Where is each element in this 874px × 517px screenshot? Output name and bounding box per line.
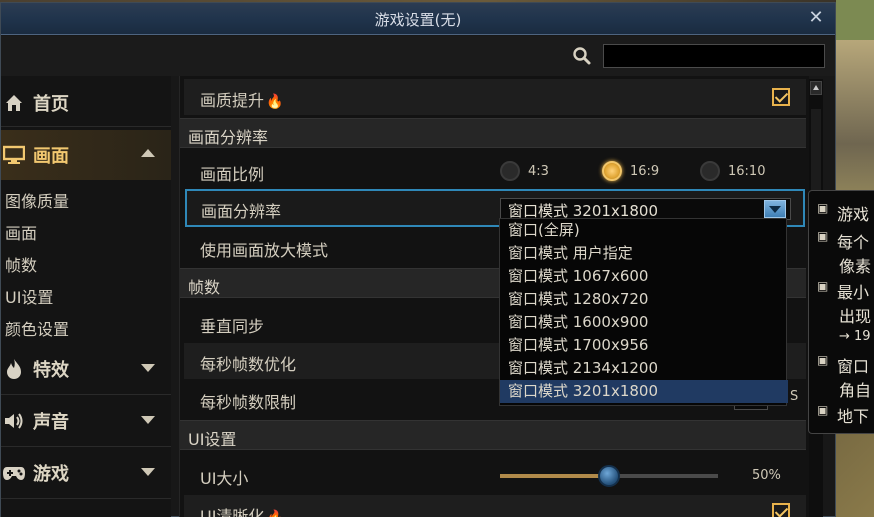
sidebar-item-effects[interactable]: 特效 [1, 344, 171, 394]
ui-size-value: 50% [752, 468, 781, 483]
tooltip-panel: ▣ 游戏 ▣ 每个 像素 ▣ 最小 出现 → 19 ▣ 窗口 角自 ▣ 地下 [808, 190, 874, 434]
setting-row-aspect-ratio: 画面比例 4:3 16:9 16:10 [184, 153, 806, 189]
window-title: 游戏设置(无) [374, 11, 462, 29]
dropdown-option[interactable]: 窗口模式 1700x956 [500, 334, 788, 357]
bullet-icon: ▣ [817, 279, 829, 293]
setting-label: 画面比例 [200, 165, 265, 184]
scroll-up-button[interactable] [810, 81, 822, 95]
radio-label: 4:3 [528, 163, 549, 179]
tooltip-line: 出现 [839, 307, 872, 326]
ui-size-slider-thumb[interactable] [598, 465, 620, 487]
chevron-down-icon [141, 468, 155, 476]
sidebar-subitem-fps[interactable]: 帧数 [5, 252, 37, 276]
tooltip-line: → 19 [839, 329, 871, 344]
tooltip-line: 像素 [839, 257, 872, 276]
gamepad-icon [1, 460, 27, 486]
setting-label: UI大小 [200, 469, 249, 488]
radio-4-3[interactable]: 4:3 [500, 161, 549, 181]
sidebar-item-label: 游戏 [33, 464, 69, 485]
radio-dot [602, 161, 622, 181]
flame-icon [1, 356, 27, 382]
dropdown-option[interactable]: 窗口模式 用户指定 [500, 242, 788, 265]
setting-row-ui-size: UI大小 50% [184, 457, 806, 493]
radio-label: 16:10 [728, 163, 766, 179]
flame-icon: 🔥 [266, 510, 283, 517]
tooltip-line: 游戏 [837, 205, 870, 224]
dropdown-option-selected[interactable]: 窗口模式 3201x1800 [500, 380, 788, 403]
ui-size-slider-track[interactable] [608, 474, 718, 478]
bullet-icon: ▣ [817, 229, 829, 243]
setting-label: 垂直同步 [200, 317, 265, 336]
ui-size-slider-fill [500, 474, 608, 478]
dropdown-option[interactable]: 窗口(全屏) [500, 219, 788, 242]
bullet-icon: ▣ [817, 353, 829, 367]
speaker-icon [1, 408, 27, 434]
divider [1, 446, 171, 447]
search-row [1, 36, 835, 76]
setting-row-quality-boost: 画质提升 🔥 [184, 79, 806, 115]
section-title: 画面分辨率 [188, 128, 269, 147]
chevron-up-icon [141, 149, 155, 157]
tooltip-line: 每个 [837, 233, 870, 252]
fps-limit-suffix: S [790, 389, 799, 404]
close-button[interactable]: ✕ [805, 7, 827, 29]
radio-16-9[interactable]: 16:9 [602, 161, 659, 181]
radio-16-10[interactable]: 16:10 [700, 161, 765, 181]
divider [1, 394, 171, 395]
sidebar-subitem-display[interactable]: 画面 [5, 220, 37, 244]
setting-label: 画质提升 [200, 91, 265, 110]
search-icon[interactable] [572, 46, 592, 66]
quality-boost-checkbox[interactable] [772, 88, 790, 106]
tooltip-line: 窗口 [837, 357, 870, 376]
resolution-dropdown-list: 窗口(全屏) 窗口模式 用户指定 窗口模式 1067x600 窗口模式 1280… [499, 218, 788, 406]
tooltip-line: 角自 [839, 381, 872, 400]
tooltip-line: 最小 [837, 283, 870, 302]
sidebar-item-label: 声音 [33, 412, 69, 433]
dropdown-option[interactable]: 窗口模式 1280x720 [500, 288, 788, 311]
radio-dot [700, 161, 720, 181]
setting-label: 每秒帧数限制 [200, 393, 297, 412]
chevron-down-icon [141, 364, 155, 372]
section-header-ui: UI设置 [180, 420, 806, 450]
resolution-dropdown[interactable]: 窗口模式 3201x1800 [500, 198, 791, 220]
sidebar-item-sound[interactable]: 声音 [1, 396, 171, 446]
home-icon [1, 90, 27, 116]
tooltip-line: 地下 [837, 407, 870, 426]
title-bar[interactable]: 游戏设置(无) ✕ [1, 3, 835, 35]
sidebar-item-label: 首页 [33, 94, 69, 115]
radio-label: 16:9 [630, 163, 660, 179]
ui-sharpen-checkbox[interactable] [772, 503, 790, 517]
setting-label: 画面分辨率 [201, 202, 282, 221]
dropdown-option[interactable]: 窗口模式 1600x900 [500, 311, 788, 334]
setting-label: UI清晰化 [200, 507, 265, 517]
divider [1, 498, 171, 499]
section-header-resolution: 画面分辨率 [180, 118, 806, 148]
monitor-icon [1, 142, 27, 168]
background-art-top [836, 0, 874, 40]
sidebar-item-home[interactable]: 首页 [1, 78, 171, 128]
setting-label: 每秒帧数优化 [200, 355, 297, 374]
sidebar-item-label: 特效 [33, 360, 69, 381]
sidebar-item-label: 画面 [33, 146, 69, 167]
chevron-down-icon [141, 416, 155, 424]
section-title: 帧数 [188, 278, 221, 297]
dropdown-option[interactable]: 窗口模式 1067x600 [500, 265, 788, 288]
dropdown-option[interactable]: 窗口模式 2134x1200 [500, 357, 788, 380]
bullet-icon: ▣ [817, 403, 829, 417]
sidebar-subitem-color[interactable]: 颜色设置 [5, 316, 69, 340]
setting-label: 使用画面放大模式 [200, 241, 329, 260]
flame-icon: 🔥 [266, 94, 284, 110]
chevron-down-icon[interactable] [764, 200, 786, 218]
radio-dot [500, 161, 520, 181]
bullet-icon: ▣ [817, 201, 829, 215]
search-input[interactable] [603, 44, 825, 68]
sidebar: 首页 画面 图像质量 画面 帧数 UI设置 颜色设置 特效 声音 游戏 [1, 76, 171, 517]
sidebar-item-game[interactable]: 游戏 [1, 448, 171, 498]
sidebar-subitem-ui[interactable]: UI设置 [5, 284, 53, 308]
sidebar-item-display[interactable]: 画面 [1, 130, 171, 180]
setting-row-ui-sharpen: UI清晰化🔥 [184, 495, 806, 517]
divider [1, 126, 171, 127]
section-title: UI设置 [188, 430, 237, 449]
sidebar-subitem-image-quality[interactable]: 图像质量 [5, 188, 69, 212]
